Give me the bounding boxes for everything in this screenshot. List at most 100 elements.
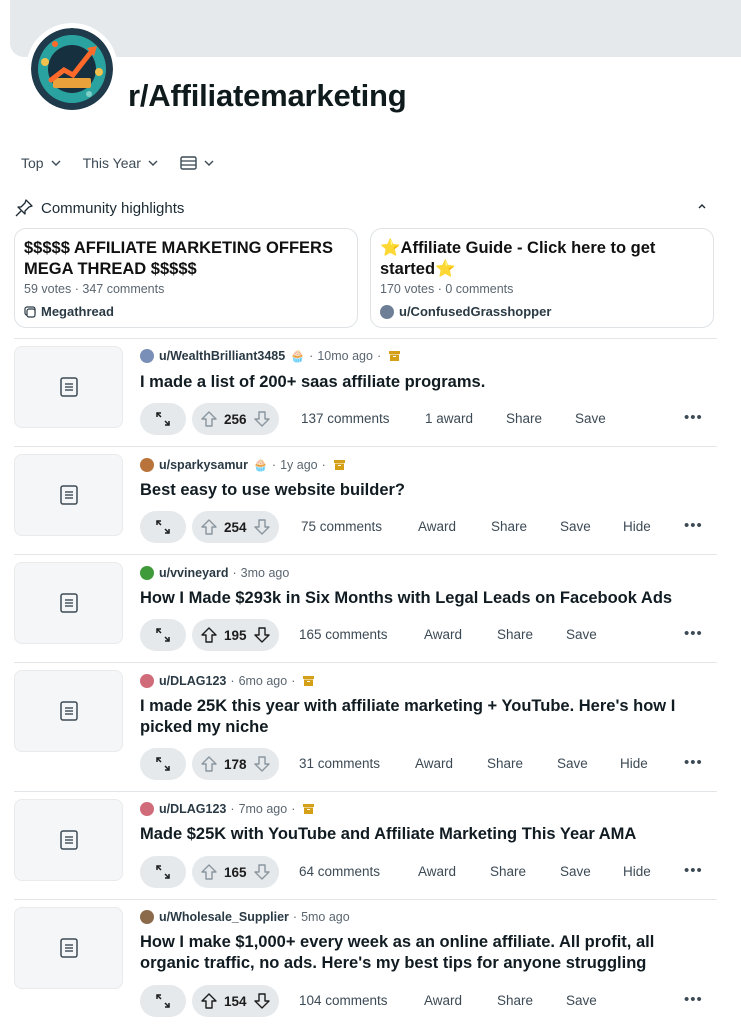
highlight-meta: 59 votes · 347 comments — [24, 282, 165, 296]
downvote-icon[interactable] — [253, 519, 270, 535]
expand-button[interactable] — [140, 748, 186, 780]
award-button[interactable]: Award — [418, 519, 456, 534]
post-title[interactable]: How I make $1,000+ every week as an onli… — [140, 932, 710, 974]
view-mode-dropdown[interactable] — [180, 156, 214, 170]
downvote-icon[interactable] — [253, 411, 270, 427]
more-options-icon[interactable]: ••• — [684, 754, 703, 771]
post-thumbnail[interactable] — [14, 346, 123, 428]
expand-button[interactable] — [140, 619, 186, 651]
user-avatar-icon — [140, 566, 154, 580]
more-options-icon[interactable]: ••• — [684, 409, 703, 426]
post-actions: 165 — [140, 856, 279, 888]
comments-button[interactable]: 165 comments — [299, 627, 388, 642]
post-time: 3mo ago — [240, 566, 290, 580]
upvote-icon[interactable] — [201, 411, 217, 427]
post-divider — [14, 446, 717, 447]
post-divider — [14, 899, 717, 900]
expand-button[interactable] — [140, 985, 186, 1017]
meta-separator: · — [291, 674, 296, 688]
comments-button[interactable]: 75 comments — [301, 519, 382, 534]
pin-icon — [15, 199, 33, 217]
upvote-icon[interactable] — [201, 993, 217, 1009]
meta-separator: · — [230, 674, 235, 688]
share-button[interactable]: Share — [506, 411, 542, 426]
post-thumbnail[interactable] — [14, 670, 123, 752]
post-author[interactable]: u/DLAG123 — [159, 674, 226, 688]
user-flair-icon: 🧁 — [290, 349, 306, 363]
downvote-icon[interactable] — [253, 756, 270, 772]
more-options-icon[interactable]: ••• — [684, 991, 703, 1008]
upvote-icon[interactable] — [201, 756, 217, 772]
sort-top-dropdown[interactable]: Top — [21, 155, 61, 171]
share-button[interactable]: Share — [497, 993, 533, 1008]
post-author[interactable]: u/WealthBrilliant3485 — [159, 349, 285, 363]
expand-button[interactable] — [140, 403, 186, 435]
post-title[interactable]: Best easy to use website builder? — [140, 480, 710, 501]
downvote-icon[interactable] — [253, 864, 270, 880]
share-button[interactable]: Share — [490, 864, 526, 879]
highlight-card-megathread[interactable]: $$$$$ AFFILIATE MARKETING OFFERS MEGA TH… — [14, 228, 358, 328]
comment-icon — [24, 305, 36, 318]
sort-time-dropdown[interactable]: This Year — [83, 155, 158, 171]
save-button[interactable]: Save — [575, 411, 606, 426]
comments-button[interactable]: 137 comments — [301, 411, 390, 426]
post-author[interactable]: u/Wholesale_Supplier — [159, 910, 289, 924]
meta-separator: · — [321, 458, 326, 472]
save-button[interactable]: Save — [560, 864, 591, 879]
save-button[interactable]: Save — [557, 756, 588, 771]
hide-button[interactable]: Hide — [620, 756, 648, 771]
downvote-icon[interactable] — [253, 993, 270, 1009]
award-button[interactable]: Award — [418, 864, 456, 879]
more-options-icon[interactable]: ••• — [684, 625, 703, 642]
post-thumbnail[interactable] — [14, 907, 123, 989]
upvote-icon[interactable] — [201, 627, 217, 643]
comments-button[interactable]: 31 comments — [299, 756, 380, 771]
post-thumbnail[interactable] — [14, 454, 123, 536]
expand-button[interactable] — [140, 511, 186, 543]
save-button[interactable]: Save — [566, 627, 597, 642]
award-button[interactable]: Award — [415, 756, 453, 771]
more-options-icon[interactable]: ••• — [684, 862, 703, 879]
hide-button[interactable]: Hide — [623, 864, 651, 879]
post-title[interactable]: I made 25K this year with affiliate mark… — [140, 696, 710, 738]
upvote-icon[interactable] — [201, 519, 217, 535]
share-button[interactable]: Share — [497, 627, 533, 642]
post-title[interactable]: Made $25K with YouTube and Affiliate Mar… — [140, 824, 710, 845]
user-avatar-icon — [140, 349, 154, 363]
post-thumbnail[interactable] — [14, 562, 123, 644]
downvote-icon[interactable] — [253, 627, 270, 643]
post-time: 5mo ago — [301, 910, 350, 924]
upvote-icon[interactable] — [201, 864, 217, 880]
post-author[interactable]: u/sparkysamur — [159, 458, 248, 472]
post-actions: 154 — [140, 985, 279, 1017]
hide-button[interactable]: Hide — [623, 519, 651, 534]
award-button[interactable]: Award — [424, 627, 462, 642]
comments-button[interactable]: 64 comments — [299, 864, 380, 879]
more-options-icon[interactable]: ••• — [684, 517, 703, 534]
post-author[interactable]: u/vvineyard — [159, 566, 228, 580]
subreddit-banner — [10, 0, 741, 57]
meta-separator: · — [292, 910, 298, 924]
post-divider — [14, 791, 717, 792]
post-title[interactable]: I made a list of 200+ saas affiliate pro… — [140, 372, 710, 393]
post-title[interactable]: How I Made $293k in Six Months with Lega… — [140, 588, 710, 609]
share-button[interactable]: Share — [487, 756, 523, 771]
chevron-up-icon[interactable] — [695, 198, 709, 214]
comments-button[interactable]: 104 comments — [299, 993, 388, 1008]
highlight-card-guide[interactable]: ⭐Affiliate Guide - Click here to get sta… — [370, 228, 714, 328]
share-button[interactable]: Share — [491, 519, 527, 534]
save-button[interactable]: Save — [560, 519, 591, 534]
post-thumbnail[interactable] — [14, 799, 123, 881]
vote-pill: 178 — [192, 748, 279, 780]
post-meta: u/vvineyard · 3mo ago — [140, 566, 289, 580]
post-meta: u/sparkysamur 🧁 · 1y ago · — [140, 458, 345, 472]
award-button[interactable]: 1 award — [425, 411, 473, 426]
archive-icon — [333, 460, 345, 470]
post-author[interactable]: u/DLAG123 — [159, 802, 226, 816]
award-button[interactable]: Award — [424, 993, 462, 1008]
expand-button[interactable] — [140, 856, 186, 888]
vote-pill: 256 — [192, 403, 279, 435]
subreddit-avatar[interactable] — [31, 28, 113, 110]
vote-pill: 165 — [192, 856, 279, 888]
save-button[interactable]: Save — [566, 993, 597, 1008]
